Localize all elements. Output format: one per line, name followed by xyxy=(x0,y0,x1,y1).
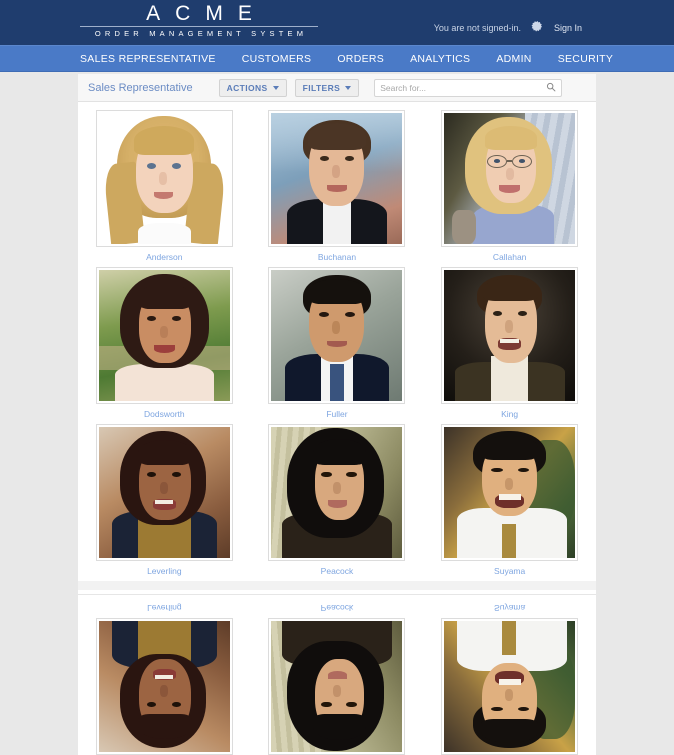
actions-button[interactable]: ACTIONS xyxy=(218,78,287,97)
search-icon[interactable] xyxy=(546,79,556,97)
reflected-sales-rep-grid: Leverling Peacock Suyama xyxy=(78,598,596,755)
sales-rep-photo xyxy=(444,113,576,244)
sales-rep-photo-card[interactable] xyxy=(95,110,233,247)
sales-rep-cell[interactable]: Peacock xyxy=(251,424,424,576)
logo[interactable]: ACME ORDER MANAGEMENT SYSTEM xyxy=(78,2,320,39)
actions-button-label: ACTIONS xyxy=(226,82,268,93)
sales-rep-name-label[interactable]: Anderson xyxy=(146,252,182,262)
sales-rep-photo-card[interactable] xyxy=(441,618,579,755)
sales-rep-cell[interactable]: Dodsworth xyxy=(78,267,251,419)
signed-in-status: You are not signed-in. xyxy=(433,22,521,33)
sales-rep-photo-card[interactable] xyxy=(268,110,406,247)
nav-item-sales-representative[interactable]: SALES REPRESENTATIVE xyxy=(80,53,216,65)
sales-rep-photo xyxy=(271,270,403,401)
sales-rep-photo xyxy=(271,113,403,244)
sales-rep-name-label[interactable]: Dodsworth xyxy=(144,409,185,419)
sales-rep-photo-card[interactable] xyxy=(95,618,233,755)
logo-title: ACME xyxy=(146,2,267,25)
sales-rep-photo-card[interactable] xyxy=(441,267,579,404)
sales-rep-photo xyxy=(271,621,403,752)
sales-rep-photo xyxy=(98,427,230,558)
sign-in-link[interactable]: Sign In xyxy=(554,23,582,33)
reflected-sales-rep-cell[interactable]: Peacock xyxy=(251,603,424,755)
sales-rep-name-label[interactable]: Fuller xyxy=(326,409,347,419)
sales-rep-photo-card[interactable] xyxy=(268,618,406,755)
logo-subtitle: ORDER MANAGEMENT SYSTEM xyxy=(94,29,308,38)
nav-item-analytics[interactable]: ANALYTICS xyxy=(410,53,470,65)
sales-rep-photo-card[interactable] xyxy=(95,424,233,561)
sales-rep-name-label[interactable]: Callahan xyxy=(493,252,527,262)
chevron-down-icon xyxy=(345,85,352,90)
sales-rep-name-label[interactable]: King xyxy=(501,409,518,419)
filters-button[interactable]: FILTERS xyxy=(294,78,360,97)
account-area: You are not signed-in. Sign In xyxy=(434,20,582,35)
main-navigation: SALES REPRESENTATIVE CUSTOMERS ORDERS AN… xyxy=(0,45,674,72)
reflected-grid-section: Leverling Peacock Suyama xyxy=(78,594,596,755)
sales-rep-photo xyxy=(444,621,576,752)
content-panel: Sales Representative ACTIONS FILTERS Sea… xyxy=(78,74,596,755)
reflected-sales-rep-cell[interactable]: Suyama xyxy=(423,603,596,755)
sales-rep-photo-card[interactable] xyxy=(441,110,579,247)
sales-rep-photo-card[interactable] xyxy=(441,424,579,561)
sales-rep-photo xyxy=(98,113,230,244)
sales-rep-name-label[interactable]: Leverling xyxy=(147,566,182,576)
search-box[interactable] xyxy=(374,78,563,97)
toolbar: Sales Representative ACTIONS FILTERS xyxy=(78,74,596,102)
gear-icon[interactable] xyxy=(530,20,545,35)
logo-divider xyxy=(80,26,318,27)
chevron-down-icon xyxy=(272,85,279,90)
sales-rep-photo xyxy=(271,427,403,558)
masthead: ACME ORDER MANAGEMENT SYSTEM You are not… xyxy=(0,0,674,45)
sales-rep-name-label[interactable]: Peacock xyxy=(321,603,354,613)
sales-rep-grid: Anderson Buchanan Callahan Dodsworth Ful… xyxy=(78,102,596,581)
search-input[interactable] xyxy=(380,82,547,93)
sales-rep-name-label[interactable]: Suyama xyxy=(494,566,525,576)
sales-rep-photo xyxy=(444,427,576,558)
nav-item-security[interactable]: SECURITY xyxy=(558,53,614,65)
nav-item-customers[interactable]: CUSTOMERS xyxy=(242,53,312,65)
sales-rep-photo xyxy=(98,621,230,752)
sales-rep-photo-card[interactable] xyxy=(95,267,233,404)
sales-rep-cell[interactable]: Buchanan xyxy=(251,110,424,262)
sales-rep-cell[interactable]: Leverling xyxy=(78,424,251,576)
nav-item-orders[interactable]: ORDERS xyxy=(337,53,384,65)
sales-rep-cell[interactable]: Suyama xyxy=(423,424,596,576)
sales-rep-photo-card[interactable] xyxy=(268,424,406,561)
sales-rep-name-label[interactable]: Buchanan xyxy=(318,252,356,262)
sales-rep-cell[interactable]: King xyxy=(423,267,596,419)
filters-button-label: FILTERS xyxy=(302,82,341,93)
section-gap xyxy=(78,581,596,590)
nav-item-admin[interactable]: ADMIN xyxy=(496,53,531,65)
sales-rep-name-label[interactable]: Leverling xyxy=(147,603,182,613)
sales-rep-photo-card[interactable] xyxy=(268,267,406,404)
sales-rep-photo xyxy=(444,270,576,401)
sales-rep-cell[interactable]: Fuller xyxy=(251,267,424,419)
sales-rep-photo xyxy=(98,270,230,401)
sales-rep-cell[interactable]: Callahan xyxy=(423,110,596,262)
page-title: Sales Representative xyxy=(88,81,193,94)
sales-rep-name-label[interactable]: Suyama xyxy=(494,603,525,613)
reflected-sales-rep-cell[interactable]: Leverling xyxy=(78,603,251,755)
sales-rep-cell[interactable]: Anderson xyxy=(78,110,251,262)
sales-rep-name-label[interactable]: Peacock xyxy=(321,566,354,576)
